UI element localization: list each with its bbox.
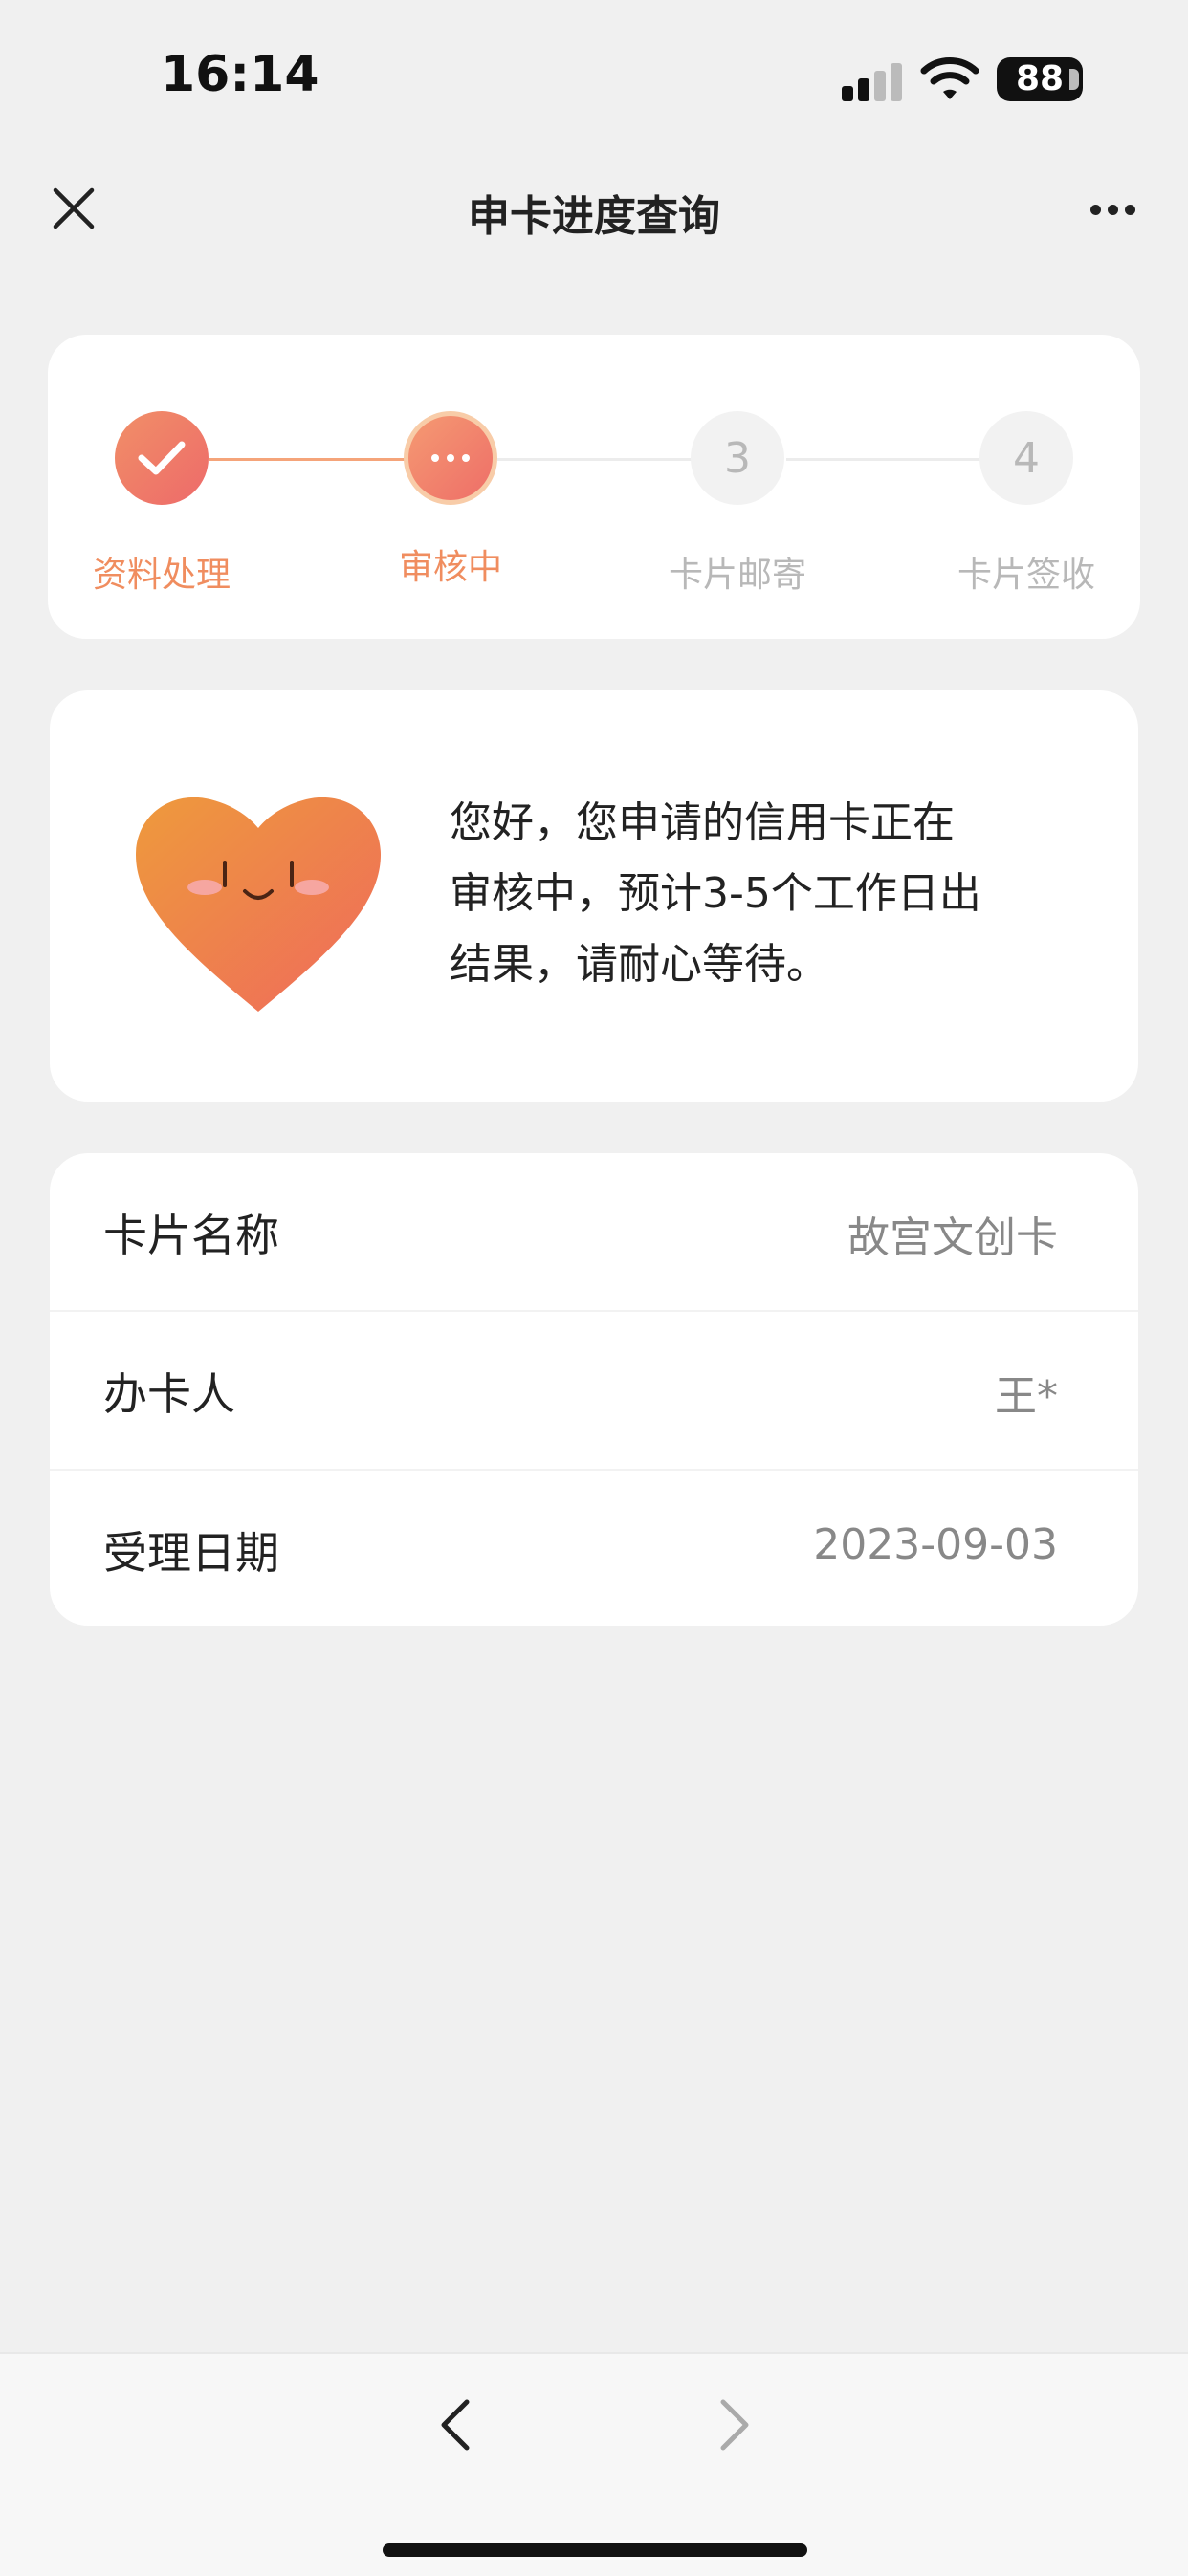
bottom-navigation-bar: [0, 2352, 1188, 2576]
info-label: 卡片名称: [103, 1210, 279, 1261]
status-message-card: 您好，您申请的信用卡正在 审核中，预计3-5个工作日出 结果，请耐心等待。: [50, 690, 1138, 1102]
back-arrow-icon[interactable]: [436, 2394, 474, 2456]
page-title: 申卡进度查询: [468, 192, 720, 241]
status-bar: 16:14 88: [0, 0, 1188, 153]
forward-arrow-icon[interactable]: [715, 2394, 754, 2456]
info-value: 2023-09-03: [813, 1520, 1058, 1569]
info-label: 办卡人: [103, 1368, 235, 1420]
smiling-heart-icon: [136, 797, 381, 1012]
info-value: 故宫文创卡: [847, 1213, 1058, 1262]
nav-bar: 申卡进度查询: [0, 153, 1188, 285]
application-info-card: 卡片名称 故宫文创卡 办卡人 王* 受理日期 2023-09-03: [50, 1153, 1138, 1626]
check-icon: [138, 441, 186, 475]
step-1-check-circle: [115, 411, 209, 505]
info-row-accept-date: 受理日期 2023-09-03: [50, 1471, 1138, 1626]
status-message-line: 您好，您申请的信用卡正在: [450, 798, 955, 847]
status-message-line: 审核中，预计3-5个工作日出: [450, 869, 981, 918]
info-label: 受理日期: [103, 1527, 279, 1579]
status-message: 您好，您申请的信用卡正在 审核中，预计3-5个工作日出 结果，请耐心等待。: [450, 788, 1081, 1000]
battery-cap: [1069, 69, 1079, 90]
progress-steps-card: 资料处理 审核中 3 卡片邮寄 4 卡片签收: [48, 335, 1140, 639]
info-value: 王*: [995, 1372, 1058, 1421]
step-2-label: 审核中: [398, 548, 502, 587]
step-2-in-progress-circle: [404, 411, 497, 505]
status-time: 16:14: [161, 46, 319, 103]
step-3-circle: 3: [691, 411, 784, 505]
info-row-card-name: 卡片名称 故宫文创卡: [50, 1153, 1138, 1310]
more-icon[interactable]: [1087, 199, 1140, 222]
cellular-signal-icon: [842, 59, 903, 101]
home-indicator: [383, 2543, 807, 2557]
wifi-icon: [920, 57, 979, 99]
step-1-label: 资料处理: [92, 556, 231, 595]
status-message-line: 结果，请耐心等待。: [450, 940, 828, 989]
step-3-label: 卡片邮寄: [668, 556, 806, 595]
step-4-circle: 4: [979, 411, 1073, 505]
step-4-label: 卡片签收: [957, 556, 1095, 595]
info-row-applicant: 办卡人 王*: [50, 1312, 1138, 1469]
